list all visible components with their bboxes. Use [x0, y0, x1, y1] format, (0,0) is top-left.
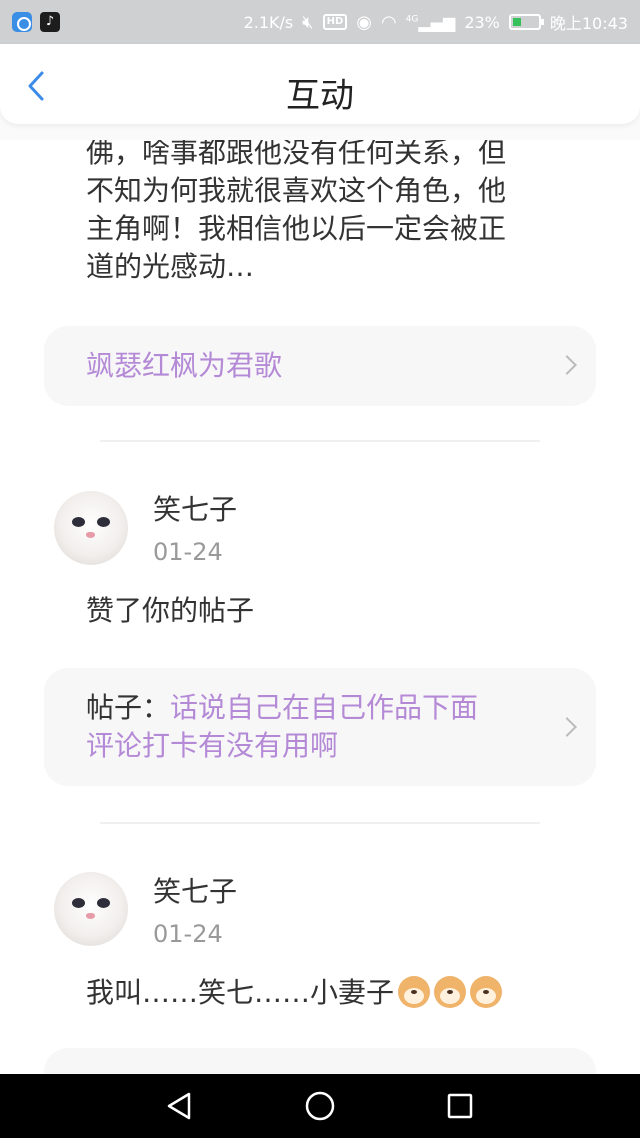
square-recents-icon	[447, 1093, 473, 1119]
status-bar: ♪ 2.1K/s 🔇︎ HD ◉ ◠ 4G▂▄▆ 23% 晚上10:43	[0, 0, 640, 44]
chevron-right-icon	[557, 717, 577, 737]
timestamp: 01-24	[153, 538, 223, 566]
battery-percent: 23%	[464, 12, 500, 32]
tiktok-app-icon: ♪	[40, 12, 60, 32]
timestamp: 01-24	[153, 920, 223, 948]
divider	[100, 440, 540, 442]
dog-emoji-icon	[398, 976, 431, 1008]
network-type: 4G	[405, 14, 419, 25]
clock: 晚上10:43	[549, 14, 628, 33]
battery-icon	[508, 14, 544, 30]
comment-text: 我叫……笑七……小妻子	[86, 974, 596, 1012]
browser-app-icon	[12, 12, 32, 32]
dog-emoji-icon	[434, 976, 467, 1008]
post-card[interactable]: 帖子：话说自己在自己作品下面 评论打卡有没有用啊	[44, 668, 596, 786]
avatar[interactable]	[54, 491, 128, 565]
system-nav-bar	[0, 1074, 640, 1138]
post-card-title: 话说自己在自己作品下面	[170, 691, 479, 724]
post-card-text: 帖子：话说自己在自己作品下面 评论打卡有没有用啊	[86, 689, 556, 765]
hd-icon: HD	[322, 14, 348, 30]
username[interactable]: 笑七子	[153, 488, 237, 528]
eye-icon: ◉	[356, 11, 372, 33]
chevron-right-icon	[557, 355, 577, 375]
post-card-title: 飒瑟红枫为君歌	[86, 349, 283, 382]
divider	[100, 822, 540, 824]
comment-text: 佛，啥事都跟他没有任何关系，但 不知为何我就很喜欢这个角色，他 主角啊！我相信他…	[86, 140, 596, 286]
mute-icon: 🔇︎	[302, 11, 314, 33]
nav-recents-button[interactable]	[440, 1086, 480, 1126]
comment-line: 道的光感动…	[86, 250, 255, 283]
nav-home-button[interactable]	[300, 1086, 340, 1126]
post-card[interactable]	[44, 1048, 596, 1074]
triangle-back-icon	[167, 1092, 191, 1120]
post-card-prefix: 帖子：	[86, 691, 171, 724]
network-speed: 2.1K/s	[243, 12, 294, 32]
header: 互动	[0, 44, 640, 140]
avatar[interactable]	[54, 872, 128, 946]
interaction-list[interactable]: 佛，啥事都跟他没有任何关系，但 不知为何我就很喜欢这个角色，他 主角啊！我相信他…	[0, 140, 640, 1074]
action-text: 赞了你的帖子	[86, 594, 255, 627]
header-bar: 互动	[0, 44, 640, 124]
wifi-icon: ◠	[380, 11, 397, 33]
username[interactable]: 笑七子	[153, 870, 237, 910]
signal-icon: 4G▂▄▆	[405, 12, 456, 32]
comment-body: 我叫……笑七……小妻子	[86, 976, 395, 1009]
circle-home-icon	[305, 1091, 335, 1121]
dog-emoji-icon	[470, 976, 503, 1008]
comment-line: 主角啊！我相信他以后一定会被正	[86, 212, 507, 245]
post-card-title-line2: 评论打卡有没有用啊	[86, 729, 339, 762]
nav-back-button[interactable]	[160, 1086, 200, 1126]
post-card[interactable]: 飒瑟红枫为君歌	[44, 326, 596, 406]
comment-line: 不知为何我就很喜欢这个角色，他	[86, 174, 507, 207]
page-title: 互动	[286, 76, 354, 116]
comment-line: 佛，啥事都跟他没有任何关系，但	[86, 140, 507, 169]
